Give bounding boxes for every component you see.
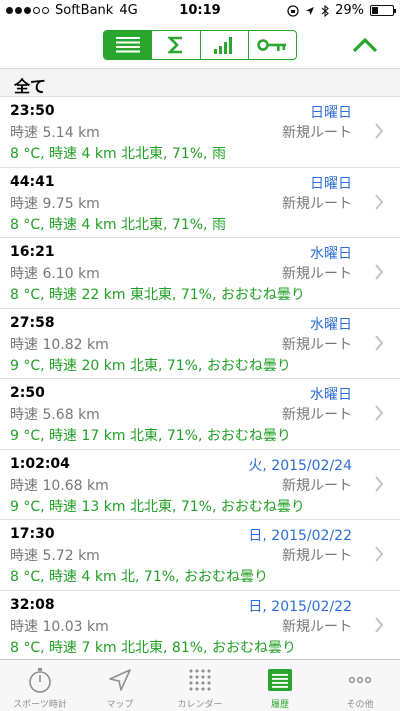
duration: 44:41: [10, 173, 55, 190]
workout-row[interactable]: 16:21 水曜日時速 6.10 km 新規ルート 8 °C, 時速 22 km 東北…: [0, 238, 400, 309]
section-header: 全て: [0, 68, 400, 97]
duration: 16:21: [10, 244, 55, 260]
tab-bar: スポーツ時計 マップ カレンダー 履歴 その他: [0, 659, 400, 711]
chevron-right-icon: [375, 193, 384, 210]
chevron-right-icon: [375, 546, 384, 562]
status-bar: SoftBank 4G 10:19 29%: [0, 0, 400, 22]
weather-summary: 9 °C, 時速 17 km 北東, 71%, おおむね曇り: [10, 428, 291, 444]
key-icon: [257, 39, 287, 51]
tab-label: その他: [346, 700, 374, 710]
date: 日, 2015/02/22: [248, 598, 352, 615]
tab-label: 履歴: [270, 700, 289, 710]
workout-row[interactable]: 23:50 日曜日時速 5.14 km 新規ルート 8 °C, 時速 4 km 北北東…: [0, 97, 400, 168]
view-mode-segmented-control: [103, 30, 297, 60]
date: 日, 2015/02/22: [248, 528, 352, 544]
collapse-chevron-up-icon[interactable]: [350, 34, 380, 58]
weather-summary: 8 °C, 時速 4 km 北, 71%, おおむね曇り: [10, 569, 268, 585]
workout-row[interactable]: 2:50 水曜日時速 5.68 km 新規ルート 9 °C, 時速 17 km 北東,…: [0, 379, 400, 450]
more-dots-icon: [348, 676, 372, 684]
weather-summary: 9 °C, 時速 13 km 北北東, 71%, おおむね曇り: [10, 498, 305, 515]
tab-label: カレンダー: [177, 700, 223, 710]
chevron-right-icon: [375, 616, 384, 633]
tab-calendar[interactable]: カレンダー: [160, 660, 240, 711]
tab-more[interactable]: その他: [320, 660, 400, 711]
tab-sports-watch[interactable]: スポーツ時計: [0, 660, 80, 711]
summary-view-button[interactable]: [152, 31, 201, 59]
route-name: 新規ルート: [282, 477, 352, 494]
route-name: 新規ルート: [282, 618, 352, 635]
average-speed: 時速 10.82 km: [10, 336, 109, 353]
route-name: 新規ルート: [282, 336, 352, 353]
duration: 32:08: [10, 596, 55, 613]
route-name: 新規ルート: [282, 548, 352, 564]
workout-list: 23:50 日曜日 時速 5.14 km 新規ルート 8 °C, 時速 4 km 北北東…: [0, 97, 400, 661]
battery-percent: 29%: [335, 3, 364, 18]
route-name: 新規ルート: [282, 266, 352, 282]
average-speed: 時速 10.03 km: [10, 618, 109, 635]
list-view-button[interactable]: [104, 31, 153, 59]
stopwatch-icon: [29, 668, 51, 693]
average-speed: 時速 10.68 km: [10, 477, 109, 494]
duration: 27:58: [10, 314, 55, 331]
tab-label: スポーツ時計: [13, 700, 67, 710]
route-name: 新規ルート: [282, 407, 352, 423]
weather-summary: 8 °C, 時速 4 km 北北東, 71%, 雨: [10, 216, 226, 233]
weather-summary: 8 °C, 時速 22 km 東北東, 71%, おおむね曇り: [10, 287, 305, 303]
average-speed: 時速 6.10 km: [10, 266, 100, 282]
list-icon: [115, 37, 140, 53]
bar-chart-icon: [214, 37, 233, 54]
duration: 2:50: [10, 385, 45, 401]
average-speed: 時速 5.72 km: [10, 548, 100, 564]
date: 火, 2015/02/24: [248, 457, 352, 474]
tab-label: マップ: [106, 700, 134, 710]
date: 水曜日: [310, 387, 352, 403]
rotation-lock-icon: [287, 4, 299, 17]
calendar-grid-icon: [189, 669, 211, 691]
workout-row[interactable]: 27:58 水曜日時速 10.82 km 新規ルート 9 °C, 時速 20 km 北…: [0, 309, 400, 379]
history-list-icon: [268, 669, 292, 691]
date: 日曜日: [310, 175, 352, 192]
bluetooth-icon: [321, 4, 329, 17]
records-view-button[interactable]: [249, 31, 296, 59]
tab-history[interactable]: 履歴: [240, 660, 320, 711]
average-speed: 時速 5.68 km: [10, 407, 100, 423]
duration: 23:50: [10, 103, 55, 119]
tab-map[interactable]: マップ: [80, 660, 160, 711]
view-toolbar: [0, 22, 400, 64]
chevron-right-icon: [375, 334, 384, 351]
weather-summary: 8 °C, 時速 7 km 北北東, 81%, おおむね曇り: [10, 639, 296, 656]
workout-row[interactable]: 44:41 日曜日時速 9.75 km 新規ルート 8 °C, 時速 4 km 北北東…: [0, 168, 400, 238]
chevron-right-icon: [375, 405, 384, 421]
sigma-icon: [167, 36, 182, 54]
date: 水曜日: [310, 246, 352, 262]
workout-row[interactable]: 17:30 日, 2015/02/22 時速 5.72 km 新規ルート 8 °C, 時…: [0, 520, 400, 591]
workout-row[interactable]: 1:02:04 火, 2015/02/24 時速 10.68 km 新規ルート 9 °C…: [0, 450, 400, 520]
weather-summary: 9 °C, 時速 20 km 北東, 71%, おおむね曇り: [10, 357, 291, 374]
section-title: 全て: [14, 77, 47, 96]
duration: 1:02:04: [10, 455, 70, 472]
date: 日曜日: [310, 105, 352, 121]
date: 水曜日: [310, 316, 352, 333]
chart-view-button[interactable]: [201, 31, 249, 59]
chevron-right-icon: [375, 123, 384, 139]
workout-row[interactable]: 32:08 日, 2015/02/22 時速 10.03 km 新規ルート 8 °C, …: [0, 591, 400, 661]
route-name: 新規ルート: [282, 195, 352, 212]
battery-icon: [370, 5, 396, 16]
route-name: 新規ルート: [282, 125, 352, 141]
average-speed: 時速 5.14 km: [10, 125, 100, 141]
chevron-right-icon: [375, 264, 384, 280]
location-arrow-icon: [109, 669, 131, 691]
chevron-right-icon: [375, 475, 384, 492]
weather-summary: 8 °C, 時速 4 km 北北東, 71%, 雨: [10, 146, 226, 162]
duration: 17:30: [10, 526, 55, 542]
status-right: 29%: [287, 3, 396, 18]
location-icon: [306, 6, 315, 15]
average-speed: 時速 9.75 km: [10, 195, 100, 212]
